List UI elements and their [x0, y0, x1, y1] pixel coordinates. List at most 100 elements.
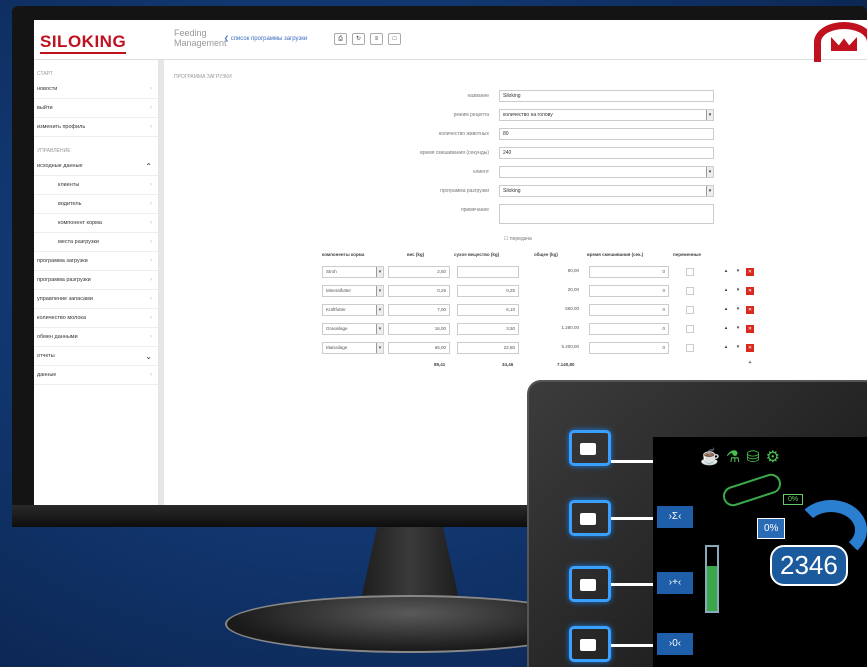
mix-time-input[interactable]: 0 [589, 342, 669, 354]
terminal-key-3[interactable] [569, 566, 611, 602]
terminal-key-1[interactable] [569, 430, 611, 466]
chevron-right-icon: › [150, 277, 152, 283]
move-down-icon[interactable]: ▾ [734, 287, 742, 295]
variable-checkbox[interactable] [686, 306, 694, 314]
brand-crown-logo [814, 22, 867, 62]
sidebar-item-logout[interactable]: выйти › [34, 99, 158, 118]
sidebar-item-news[interactable]: новости › [34, 80, 158, 99]
weight-input[interactable]: 16,00 [388, 323, 450, 335]
dropdown-icon: ▾ [706, 186, 713, 196]
terminal-key-2[interactable] [569, 500, 611, 536]
delete-icon[interactable]: ✕ [746, 306, 754, 314]
chevron-right-icon: › [150, 239, 152, 245]
form-row-client: клиент ▾ [174, 166, 714, 178]
move-down-icon[interactable]: ▾ [734, 268, 742, 276]
sidebar-group-source-data[interactable]: исходные данные ⌃ [34, 157, 158, 176]
refresh-icon[interactable]: ↻ [352, 33, 365, 45]
percent-badge: 0% [757, 518, 786, 539]
mix-time-input[interactable]: 0 [589, 266, 669, 278]
delete-icon[interactable]: ✕ [746, 325, 754, 333]
move-up-icon[interactable]: ▴ [722, 325, 730, 333]
weight-input[interactable]: 65,00 [388, 342, 450, 354]
mix-time-input[interactable]: 0 [589, 323, 669, 335]
chevron-right-icon: › [150, 182, 152, 188]
note-input[interactable] [499, 204, 714, 224]
sidebar-subitem-driver[interactable]: водитель › [34, 195, 158, 214]
move-down-icon[interactable]: ▾ [734, 344, 742, 352]
total-value: 5.200,00 [561, 344, 579, 349]
sidebar-item-profile[interactable]: изменить профиль › [34, 118, 158, 137]
move-down-icon[interactable]: ▾ [734, 325, 742, 333]
copy-icon[interactable]: □ [388, 33, 401, 45]
sidebar-item-data-exchange[interactable]: обмен данными › [34, 328, 158, 347]
weight-input[interactable]: 7,00 [388, 304, 450, 316]
app-header: SILOKING Feeding Management ❮ список прог… [34, 20, 867, 62]
transfer-checkbox[interactable]: ☐ передача [504, 236, 532, 242]
sidebar-subitem-feed-component[interactable]: компонент корма › [34, 214, 158, 233]
siloking-logo: SILOKING [40, 32, 127, 54]
total-value: 1.280,00 [561, 325, 579, 330]
move-up-icon[interactable]: ▴ [722, 287, 730, 295]
variable-checkbox[interactable] [686, 287, 694, 295]
sidebar-item-unload-program[interactable]: программа разгрузки › [34, 271, 158, 290]
sidebar-subitem-clients[interactable]: клиенты › [34, 176, 158, 195]
total-value: 80,00 [567, 268, 579, 273]
dry-matter-input[interactable]: 22,80 [457, 342, 519, 354]
mix-time-input[interactable]: 0 [589, 304, 669, 316]
delete-icon[interactable]: ✕ [746, 344, 754, 352]
back-link[interactable]: ❮ список программы загрузки [224, 35, 307, 42]
recipe-mode-select[interactable]: количество на голову ▾ [499, 109, 714, 121]
add-row-button[interactable]: + [746, 360, 754, 368]
component-select[interactable]: Kraftfutter ▾ [322, 304, 384, 316]
sidebar-section-manage: УПРАВЛЕНИЕ [37, 148, 71, 154]
weight-input[interactable]: 2,50 [388, 266, 450, 278]
move-up-icon[interactable]: ▴ [722, 268, 730, 276]
variable-checkbox[interactable] [686, 268, 694, 276]
table-row: Stroh ▾ 2,50 80,00 0 ▴ ▾ ✕ [174, 266, 864, 280]
animals-input[interactable]: 80 [499, 128, 714, 140]
terminal-key-4[interactable] [569, 626, 611, 662]
dry-matter-input[interactable]: 0,25 [457, 285, 519, 297]
sidebar-subitem-unload-places[interactable]: места разгрузки › [34, 233, 158, 252]
dry-matter-input[interactable]: 6,10 [457, 304, 519, 316]
col-header-dry: сухое вещество (kg) [454, 252, 500, 257]
monitor-stand-neck [360, 527, 460, 602]
unload-program-select[interactable]: Siloking ▾ [499, 185, 714, 197]
variable-checkbox[interactable] [686, 325, 694, 333]
component-select[interactable]: Stroh ▾ [322, 266, 384, 278]
form-row-note: примечание [174, 204, 714, 224]
sidebar-item-load-program[interactable]: программа загрузки › [34, 252, 158, 271]
sidebar-item-stock[interactable]: управление запасами › [34, 290, 158, 309]
name-input[interactable]: Siloking [499, 90, 714, 102]
dry-matter-input[interactable] [457, 266, 519, 278]
weight-input[interactable]: 0,25 [388, 285, 450, 297]
sidebar-section-start: СТАРТ [37, 71, 53, 77]
delete-icon[interactable]: ✕ [746, 287, 754, 295]
client-select[interactable]: ▾ [499, 166, 714, 178]
mix-time-input[interactable]: 240 [499, 147, 714, 159]
move-down-icon[interactable]: ▾ [734, 306, 742, 314]
list-icon[interactable]: ≡ [370, 33, 383, 45]
chevron-right-icon: › [150, 372, 152, 378]
delete-icon[interactable]: ✕ [746, 268, 754, 276]
mix-time-input[interactable]: 0 [589, 285, 669, 297]
variable-checkbox[interactable] [686, 344, 694, 352]
move-up-icon[interactable]: ▴ [722, 344, 730, 352]
print-icon[interactable]: ⎙ [334, 33, 347, 45]
component-select[interactable]: Mineralfutter ▾ [322, 285, 384, 297]
sum-key-label: ›Σ‹ [657, 506, 693, 528]
table-row: Grassilage ▾ 16,00 3,50 1.280,00 0 ▴ ▾ ✕ [174, 323, 864, 337]
dry-matter-input[interactable]: 3,50 [457, 323, 519, 335]
total-dry-matter: 34,46 [502, 362, 514, 367]
weight-counter: 2346 [770, 545, 848, 586]
chevron-right-icon: › [150, 220, 152, 226]
chevron-right-icon: › [150, 105, 152, 111]
component-select[interactable]: Maissilage ▾ [322, 342, 384, 354]
sidebar-item-milk[interactable]: количество молока › [34, 309, 158, 328]
sidebar-item-reports[interactable]: отчеты ⌄ [34, 347, 158, 366]
dropdown-icon: ▾ [376, 286, 383, 296]
component-select[interactable]: Grassilage ▾ [322, 323, 384, 335]
sidebar-item-data[interactable]: данные › [34, 366, 158, 385]
move-up-icon[interactable]: ▴ [722, 306, 730, 314]
add-key-label: ›+‹ [657, 572, 693, 594]
